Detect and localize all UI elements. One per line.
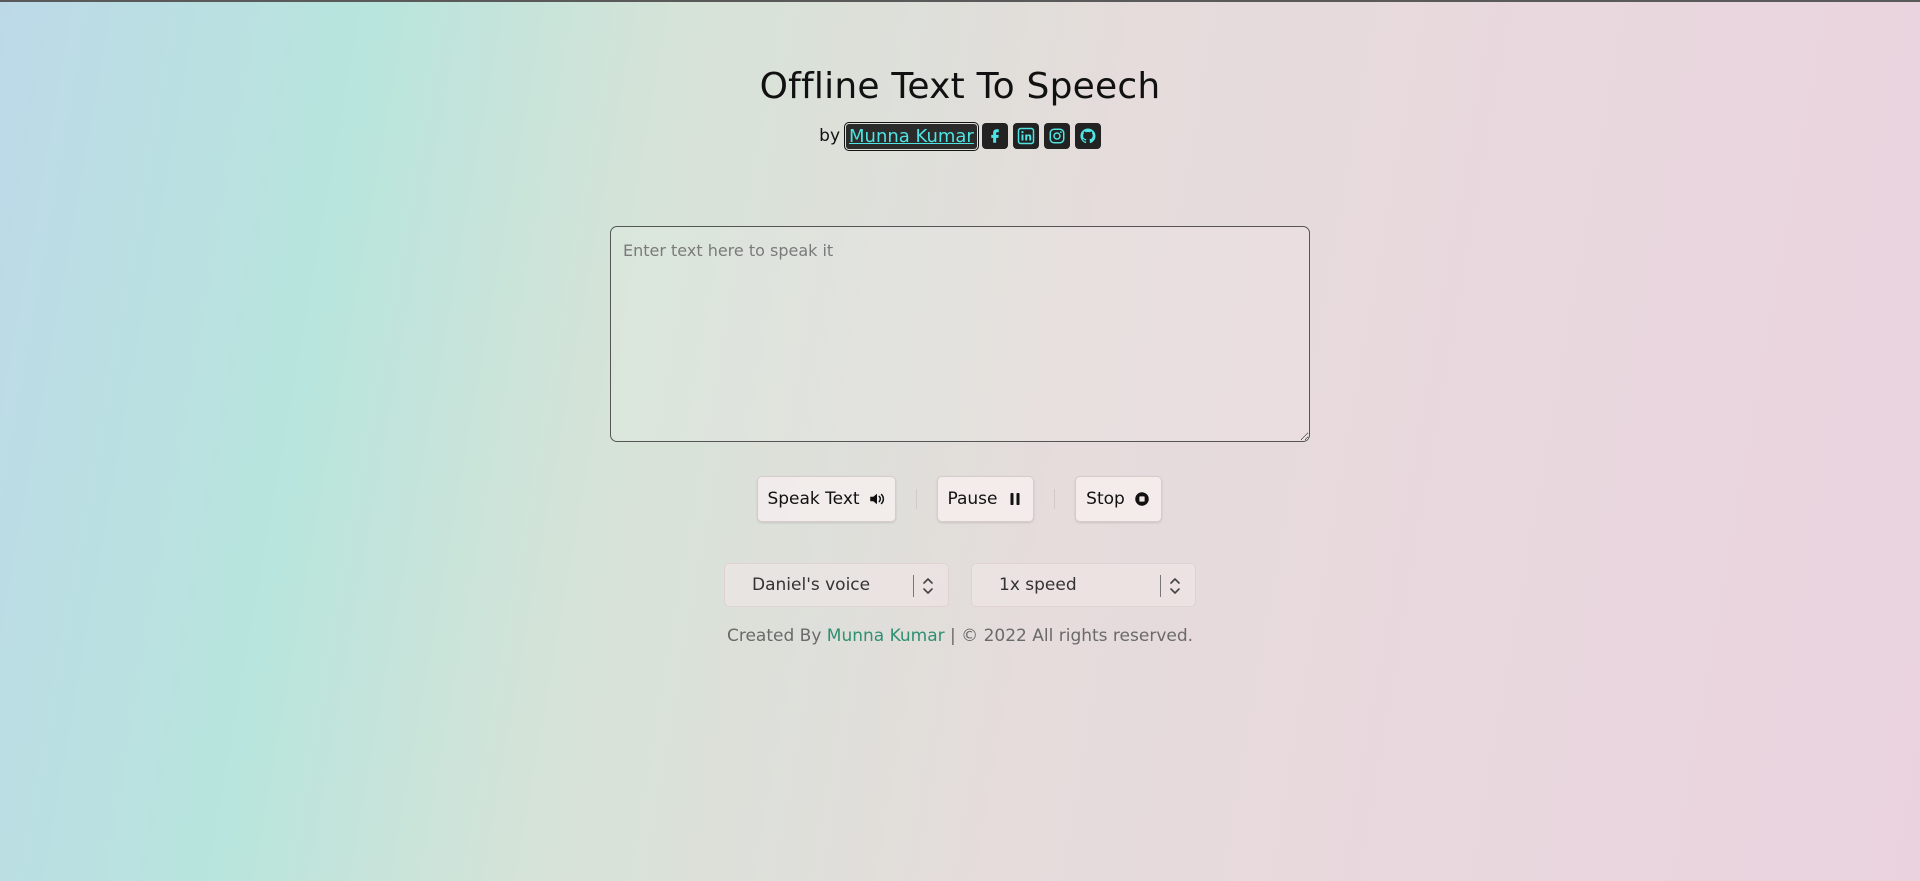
pause-label: Pause <box>947 489 998 509</box>
chevron-up-down-icon <box>923 578 933 594</box>
select-divider <box>1160 575 1161 597</box>
controls-separator <box>1054 489 1055 509</box>
pause-button[interactable]: Pause <box>937 476 1034 522</box>
footer-copyright: | © 2022 All rights reserved. <box>950 626 1194 646</box>
playback-controls: Speak Text Pause Stop <box>0 476 1920 522</box>
stop-icon <box>1135 492 1149 506</box>
speed-select[interactable]: 1x speed <box>971 563 1196 607</box>
by-label: by <box>819 126 841 146</box>
page: Offline Text To Speech by Munna Kumar Sp… <box>0 0 1920 881</box>
footer-prefix: Created By <box>726 626 822 646</box>
byline: by Munna Kumar <box>0 121 1920 151</box>
github-icon[interactable] <box>1074 123 1101 149</box>
footer: Created By Munna Kumar | © 2022 All righ… <box>0 626 1920 646</box>
speed-select-value: 1x speed <box>999 575 1077 595</box>
select-divider <box>913 575 914 597</box>
speak-text-label: Speak Text <box>767 489 860 509</box>
voice-select-value: Daniel's voice <box>752 575 871 595</box>
voice-select[interactable]: Daniel's voice <box>724 563 949 607</box>
voice-settings: Daniel's voice 1x speed <box>0 563 1920 607</box>
footer-author-link[interactable]: Munna Kumar <box>827 626 945 646</box>
facebook-icon[interactable] <box>981 123 1008 149</box>
pause-icon <box>1010 493 1019 505</box>
instagram-icon[interactable] <box>1043 123 1070 149</box>
speak-text-button[interactable]: Speak Text <box>757 476 896 522</box>
author-link[interactable]: Munna Kumar <box>844 121 979 151</box>
stop-label: Stop <box>1086 489 1125 509</box>
linkedin-icon[interactable] <box>1012 123 1039 149</box>
page-title: Offline Text To Speech <box>759 66 1161 107</box>
volume-icon <box>869 493 884 505</box>
stop-button[interactable]: Stop <box>1075 476 1162 522</box>
text-input-wrapper <box>610 226 1310 442</box>
controls-separator <box>916 489 917 509</box>
speech-text-input[interactable] <box>610 226 1310 442</box>
chevron-up-down-icon <box>1170 578 1180 594</box>
